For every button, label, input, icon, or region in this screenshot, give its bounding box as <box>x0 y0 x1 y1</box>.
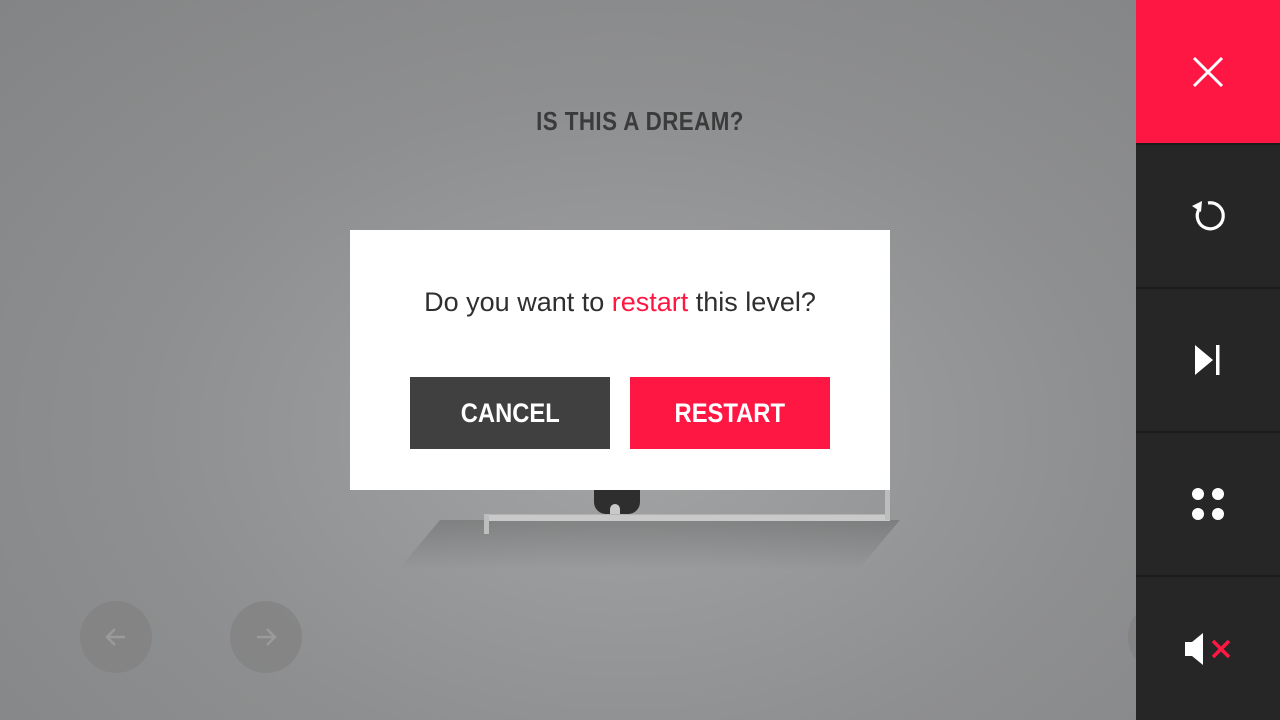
sound-muted-icon <box>1185 632 1231 665</box>
question-suffix: this level? <box>688 287 816 317</box>
previous-button[interactable] <box>80 601 152 673</box>
skip-level-icon <box>1195 345 1220 375</box>
level-select-button[interactable] <box>1136 433 1280 575</box>
question-highlight: restart <box>611 287 689 317</box>
arrow-left-icon <box>105 628 125 646</box>
restart-button-label: RESTART <box>674 397 786 428</box>
question-prefix: Do you want to <box>424 287 612 317</box>
next-button[interactable] <box>230 601 302 673</box>
shelf-edge-left <box>484 514 489 534</box>
level-select-icon <box>1192 488 1224 520</box>
sound-toggle-button[interactable] <box>1136 577 1280 720</box>
level-title: IS THIS A DREAM? <box>536 106 744 136</box>
restart-level-button[interactable] <box>1136 145 1280 287</box>
restart-icon <box>1192 201 1225 231</box>
restart-button[interactable]: RESTART <box>630 377 830 449</box>
close-icon <box>1192 56 1224 87</box>
close-button[interactable] <box>1136 0 1280 143</box>
skip-level-button[interactable] <box>1136 289 1280 431</box>
hint-button[interactable] <box>1128 601 1136 673</box>
restart-dialog: Do you want to restart this level? CANCE… <box>350 230 890 490</box>
shelf-shadow <box>398 520 900 570</box>
arrow-right-icon <box>257 628 277 646</box>
sidebar <box>1136 0 1280 720</box>
cancel-button-label: CANCEL <box>460 397 560 428</box>
dialog-question: Do you want to restart this level? <box>350 287 890 318</box>
player-character <box>594 486 640 514</box>
shelf-platform <box>484 514 890 521</box>
shelf-edge-right <box>885 490 890 520</box>
cancel-button[interactable]: CANCEL <box>410 377 610 449</box>
